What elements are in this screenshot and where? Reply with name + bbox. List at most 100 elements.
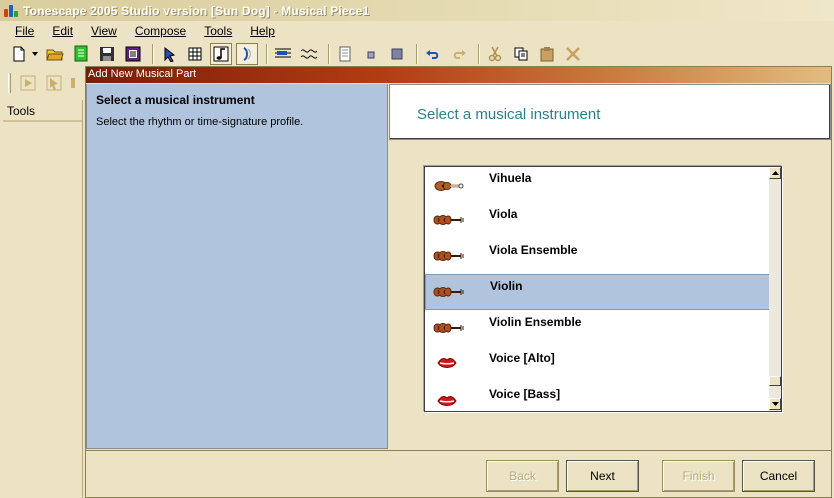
delete-x-icon [566, 47, 580, 61]
list-item-viola[interactable]: Viola [425, 202, 770, 238]
small-square-icon [367, 51, 375, 59]
delete-button[interactable] [562, 43, 584, 65]
violin-icon [425, 202, 489, 238]
wizard-page-title: Select a musical instrument [417, 106, 601, 123]
menu-file-label: File [15, 23, 35, 38]
undo-icon [426, 50, 439, 59]
properties-button[interactable] [122, 43, 144, 65]
next-button[interactable]: Next [566, 460, 639, 492]
large-square-icon [391, 48, 403, 60]
menu-file[interactable]: File [6, 24, 43, 38]
menu-view[interactable]: View [82, 24, 126, 38]
chevron-up-icon [771, 170, 779, 175]
copy-icon [514, 47, 528, 61]
violin-icon [425, 238, 489, 274]
finish-button[interactable]: Finish [662, 460, 735, 492]
menu-help[interactable]: Help [241, 24, 284, 38]
list-item-label: Violin [490, 279, 523, 293]
music-note-icon [213, 46, 229, 62]
grid-icon [188, 47, 202, 61]
menu-tools[interactable]: Tools [195, 24, 241, 38]
play-icon [20, 75, 36, 91]
play-button[interactable] [17, 72, 39, 94]
violin-icon [426, 275, 490, 309]
lips-icon [425, 382, 489, 411]
redo-button[interactable] [448, 43, 470, 65]
chevron-down-icon [32, 52, 38, 56]
scroll-down-button[interactable] [769, 398, 781, 410]
undo-button[interactable] [422, 43, 444, 65]
small-square-button[interactable] [360, 43, 382, 65]
menu-edit[interactable]: Edit [43, 24, 82, 38]
back-button[interactable]: Back [486, 460, 559, 492]
green-doc-button[interactable] [70, 43, 92, 65]
scroll-up-button[interactable] [769, 167, 781, 179]
select-pointer-button[interactable] [158, 43, 180, 65]
paste-button[interactable] [536, 43, 558, 65]
open-folder-icon [46, 49, 64, 61]
new-dropdown-button[interactable] [30, 43, 40, 65]
list-item-label: Voice [Alto] [489, 351, 555, 365]
toolbar-separator [328, 44, 330, 64]
wizard-step-heading: Select a musical instrument [96, 93, 255, 107]
grid-button[interactable] [184, 43, 206, 65]
menu-compose[interactable]: Compose [126, 24, 195, 38]
list-item-viola-ensemble[interactable]: Viola Ensemble [425, 238, 770, 274]
staff-button[interactable] [272, 43, 294, 65]
add-musical-part-dialog: Add New Musical Part Select a musical in… [85, 66, 832, 498]
list-item-voice-alto[interactable]: Voice [Alto] [425, 346, 770, 382]
new-document-icon [13, 46, 25, 62]
list-item-voice-bass[interactable]: Voice [Bass] [425, 382, 770, 411]
main-toolbar [0, 40, 834, 68]
app-logo-icon [3, 4, 19, 18]
list-item-label: Voice [Bass] [489, 387, 561, 401]
lips-icon [425, 346, 489, 382]
large-square-button[interactable] [386, 43, 408, 65]
copy-button[interactable] [510, 43, 532, 65]
cancel-button[interactable]: Cancel [742, 460, 815, 492]
wave-icon [300, 49, 318, 59]
scissors-icon [488, 46, 502, 62]
title-bar[interactable]: Tonescape 2005 Studio version [Sun Dog] … [0, 0, 834, 21]
chevron-down-icon [771, 401, 779, 406]
instrument-list[interactable]: Vihuela Viola Viola Ensemble Violin Viol… [424, 166, 782, 412]
toolbar-separator [416, 44, 418, 64]
menu-bar: File Edit View Compose Tools Help [0, 21, 834, 40]
window-title: Tonescape 2005 Studio version [Sun Dog] … [23, 3, 370, 18]
wizard-step-description: Select the rhythm or time-signature prof… [96, 116, 304, 128]
save-button[interactable] [96, 43, 118, 65]
list-item-violin-ensemble[interactable]: Violin Ensemble [425, 310, 770, 346]
pointer-icon [164, 46, 176, 62]
scroll-thumb[interactable] [769, 376, 781, 386]
list-item-label: Viola Ensemble [489, 243, 578, 257]
green-doc-icon [74, 45, 88, 62]
menu-view-label: View [91, 23, 117, 38]
violin-icon [425, 310, 489, 346]
stop-icon [71, 78, 75, 88]
list-item-violin[interactable]: Violin [425, 274, 770, 310]
new-document-button[interactable] [8, 43, 30, 65]
dialog-title-bar[interactable]: Add New Musical Part [86, 67, 831, 83]
menu-tools-label: Tools [204, 23, 233, 38]
toolbar-grip[interactable] [8, 73, 11, 93]
page-button[interactable] [334, 43, 356, 65]
play-from-cursor-button[interactable] [43, 72, 65, 94]
cut-button[interactable] [484, 43, 506, 65]
menu-edit-label: Edit [52, 23, 74, 38]
wizard-info-pane: Select a musical instrument Select the r… [86, 84, 388, 449]
menu-compose-label: Compose [134, 23, 187, 38]
redo-icon [453, 50, 466, 59]
list-scrollbar[interactable] [769, 167, 781, 411]
note-button[interactable] [210, 43, 232, 65]
open-folder-button[interactable] [44, 43, 66, 65]
tools-panel: Tools [3, 100, 83, 498]
list-item-vihuela[interactable]: Vihuela [425, 167, 770, 202]
wave-button[interactable] [298, 43, 320, 65]
tools-panel-header: Tools [3, 100, 82, 122]
properties-icon [125, 46, 141, 62]
toolbar-separator [478, 44, 480, 64]
stop-button[interactable] [69, 72, 77, 94]
slur-button[interactable] [236, 43, 258, 65]
menu-help-label: Help [250, 23, 275, 38]
play-cursor-icon [46, 75, 62, 91]
